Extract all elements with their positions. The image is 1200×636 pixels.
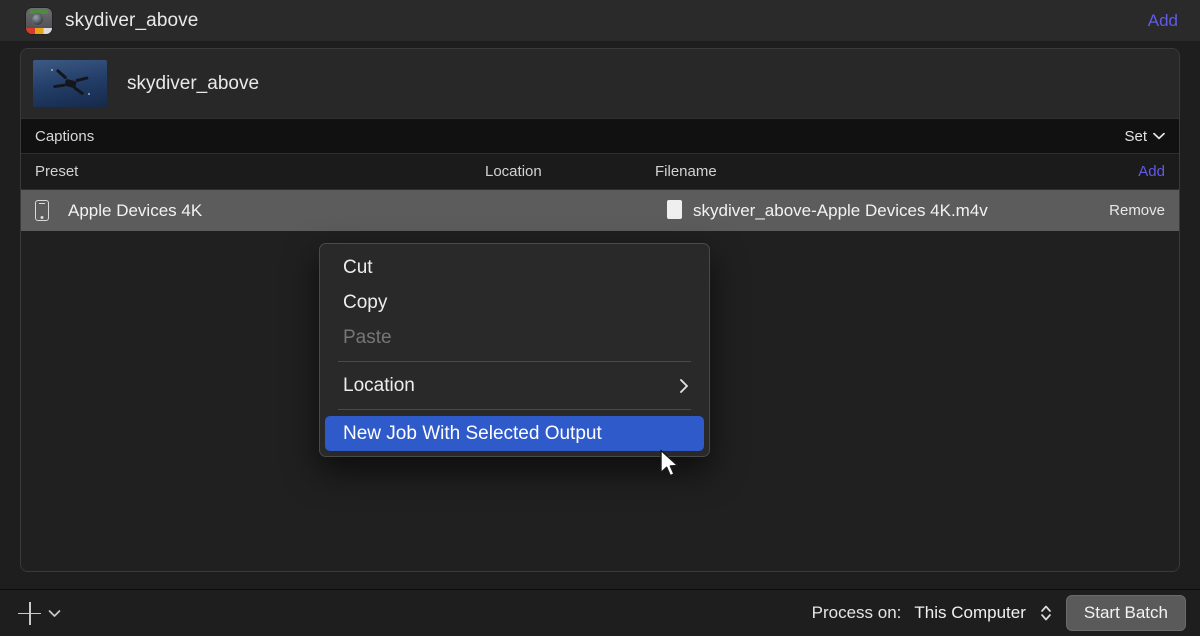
process-on-label: Process on: <box>812 603 902 623</box>
context-menu: Cut Copy Paste Location New Job With Sel… <box>319 243 710 457</box>
menu-item-paste: Paste <box>320 320 709 355</box>
bottom-toolbar: Process on: This Computer Start Batch <box>0 589 1200 636</box>
content-area: skydiver_above Captions Set Preset Locat… <box>0 41 1200 588</box>
menu-item-label: Cut <box>343 257 373 279</box>
menu-item-copy[interactable]: Copy <box>320 285 709 320</box>
window-titlebar: skydiver_above Add <box>0 0 1200 41</box>
table-row[interactable]: Apple Devices 4K skydiver_above-Apple De… <box>21 190 1179 231</box>
up-down-stepper-icon[interactable] <box>1039 602 1053 624</box>
captions-row[interactable]: Captions Set <box>21 118 1179 153</box>
chevron-down-icon <box>1153 132 1165 140</box>
column-header-preset[interactable]: Preset <box>35 163 78 180</box>
menu-item-label: Location <box>343 375 415 397</box>
toolbar-right-group: Process on: This Computer Start Batch <box>812 595 1186 631</box>
diver-leg <box>73 86 84 95</box>
start-batch-button[interactable]: Start Batch <box>1066 595 1186 631</box>
menu-item-label: New Job With Selected Output <box>343 423 602 445</box>
document-icon <box>667 200 682 219</box>
diver-leg <box>53 83 65 88</box>
table-header-row: Preset Location Filename Add <box>21 153 1179 190</box>
diver-arm <box>75 76 88 82</box>
diver-arm <box>56 68 68 79</box>
menu-item-cut[interactable]: Cut <box>320 250 709 285</box>
add-job-button[interactable] <box>18 602 61 625</box>
menu-item-new-job-with-selected-output[interactable]: New Job With Selected Output <box>325 416 704 451</box>
column-header-location[interactable]: Location <box>485 163 542 180</box>
job-header-row[interactable]: skydiver_above <box>21 49 1179 118</box>
row-remove-link[interactable]: Remove <box>1109 202 1165 219</box>
app-icon-topbar <box>30 10 48 14</box>
row-preset-label: Apple Devices 4K <box>68 201 202 221</box>
outputs-add-link[interactable]: Add <box>1138 163 1165 180</box>
menu-item-label: Paste <box>343 327 392 349</box>
chevron-down-icon <box>48 609 61 618</box>
compressor-app-icon <box>26 8 52 34</box>
chevron-right-icon <box>679 378 689 394</box>
window-title: skydiver_above <box>65 10 198 32</box>
menu-separator <box>338 409 691 410</box>
thumbnail-speck <box>51 69 53 71</box>
captions-set-button[interactable]: Set <box>1124 128 1165 145</box>
skydiver-thumbnail <box>33 60 107 107</box>
captions-set-label: Set <box>1124 128 1147 145</box>
thumbnail-speck <box>88 93 90 95</box>
menu-item-location[interactable]: Location <box>320 368 709 403</box>
app-icon-stripes <box>26 28 52 34</box>
app-icon-lens <box>32 14 43 25</box>
row-filename-label: skydiver_above-Apple Devices 4K.m4v <box>693 201 988 221</box>
titlebar-left-group: skydiver_above <box>26 8 198 34</box>
apple-device-icon <box>35 200 49 221</box>
menu-separator <box>338 361 691 362</box>
process-on-value[interactable]: This Computer <box>914 603 1025 623</box>
job-name-label: skydiver_above <box>127 73 259 95</box>
plus-icon <box>18 602 41 625</box>
column-header-filename[interactable]: Filename <box>655 163 717 180</box>
menu-item-label: Copy <box>343 292 387 314</box>
titlebar-add-link[interactable]: Add <box>1148 11 1178 31</box>
skydiver-figure <box>51 69 89 99</box>
captions-label: Captions <box>35 128 94 145</box>
